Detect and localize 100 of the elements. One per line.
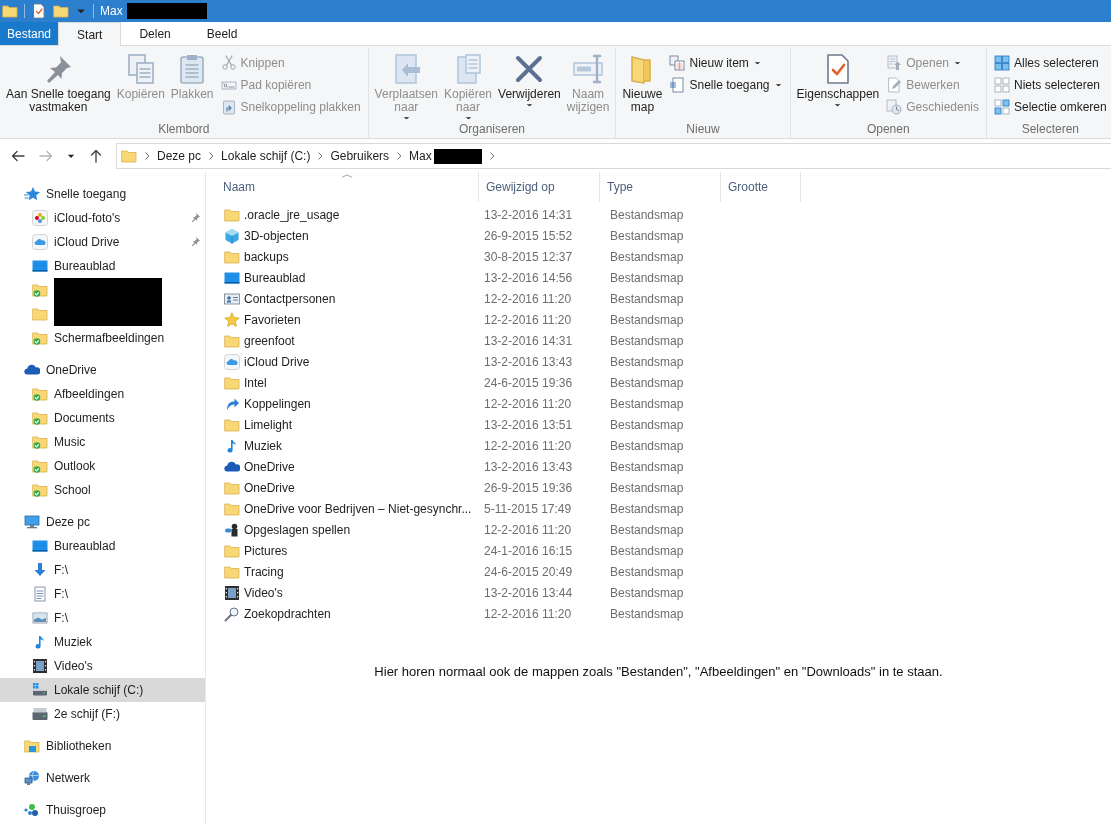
date-cell-text: 12-2-2016 11:20 xyxy=(483,291,573,306)
file-name: greenfoot xyxy=(244,333,295,348)
address-field[interactable]: Deze pc Lokale schijf (C:) Gebruikers Max xyxy=(116,143,1111,169)
nav-item[interactable]: 2e schijf (F:) xyxy=(0,702,205,726)
synced-folder-icon xyxy=(32,410,48,426)
nav-item[interactable]: Netwerk xyxy=(0,766,205,790)
file-row[interactable]: Intel 24-6-2015 19:36 Bestandsmap xyxy=(216,372,1111,393)
date-cell-text: 13-2-2016 13:43 xyxy=(483,459,574,474)
date-cell-text: 12-2-2016 11:20 xyxy=(483,438,573,453)
date-cell-text: 13-2-2016 14:31 xyxy=(483,207,574,222)
breadcrumb[interactable]: Lokale schijf (C:) xyxy=(221,149,311,163)
type-cell-text: Bestandsmap xyxy=(609,228,685,243)
file-row[interactable]: Bureaublad 13-2-2016 14:56 Bestandsmap xyxy=(216,267,1111,288)
file-row[interactable]: Koppelingen 12-2-2016 11:20 Bestandsmap xyxy=(216,393,1111,414)
nav-item[interactable]: OneDrive xyxy=(0,358,205,382)
back-icon[interactable] xyxy=(10,148,26,164)
file-row[interactable]: Opgeslagen spellen 12-2-2016 11:20 Bestandsmap xyxy=(216,519,1111,540)
file-name: Zoekopdrachten xyxy=(244,606,331,621)
date-cell-text: 26-9-2015 19:36 xyxy=(483,480,574,495)
file-row[interactable]: Favorieten 12-2-2016 11:20 Bestandsmap xyxy=(216,309,1111,330)
library-icon xyxy=(24,738,40,754)
nav-item[interactable]: F:\ xyxy=(0,606,205,630)
file-name: Koppelingen xyxy=(244,396,311,411)
type-cell-text: Bestandsmap xyxy=(609,312,685,327)
file-row[interactable]: iCloud Drive 13-2-2016 13:43 Bestandsmap xyxy=(216,351,1111,372)
file-row[interactable]: .oracle_jre_usage 13-2-2016 14:31 Bestandsmap xyxy=(216,204,1111,225)
nav-item[interactable]: Thuisgroep xyxy=(0,798,205,822)
nav-item[interactable]: Bibliotheken xyxy=(0,734,205,758)
ribbon-button[interactable]: Niets selecteren xyxy=(991,74,1110,96)
nav-item[interactable]: Lokale schijf (C:) xyxy=(0,678,205,702)
nav-item[interactable]: Documents xyxy=(0,406,205,430)
film-icon xyxy=(32,658,48,674)
cloud-icon xyxy=(224,353,240,370)
group-label: Organiseren xyxy=(459,122,526,136)
nav-item[interactable]: Music xyxy=(0,430,205,454)
type-cell-text: Bestandsmap xyxy=(609,375,685,390)
ribbon-button[interactable]: Nieuw item xyxy=(666,52,786,74)
synced-folder-icon xyxy=(32,434,48,450)
column-header[interactable]: Naam xyxy=(216,172,479,202)
type-cell-text: Bestandsmap xyxy=(609,522,685,537)
ribbon-tab[interactable]: Beeld xyxy=(188,22,256,45)
file-row[interactable]: greenfoot 13-2-2016 14:31 Bestandsmap xyxy=(216,330,1111,351)
nav-item[interactable]: School xyxy=(0,478,205,502)
ribbon-tab[interactable]: Delen xyxy=(121,22,189,45)
nav-item[interactable]: Outlook xyxy=(0,454,205,478)
file-row[interactable]: Muziek 12-2-2016 11:20 Bestandsmap xyxy=(216,435,1111,456)
edit-icon xyxy=(886,77,903,93)
file-row[interactable]: Contactpersonen 12-2-2016 11:20 Bestandsmap xyxy=(216,288,1111,309)
nav-item[interactable]: F:\ xyxy=(0,582,205,606)
date-cell-text: 5-11-2015 17:49 xyxy=(483,501,573,516)
column-header[interactable]: Grootte xyxy=(721,172,801,202)
nav-item[interactable]: F:\ xyxy=(0,558,205,582)
column-header[interactable]: Type xyxy=(600,172,721,202)
ribbon-tab[interactable]: Bestand xyxy=(0,22,59,45)
file-row[interactable]: 3D-objecten 26-9-2015 15:52 Bestandsmap xyxy=(216,225,1111,246)
file-row[interactable]: OneDrive voor Bedrijven – Niet-gesynchr... 5-11-2015 17:49 Bestandsmap xyxy=(216,498,1111,519)
ribbon-button[interactable]: Snelle toegang xyxy=(666,74,786,96)
file-name: OneDrive voor Bedrijven – Niet-gesynchr... xyxy=(244,501,472,516)
nav-item[interactable]: Muziek xyxy=(0,630,205,654)
ribbon-button[interactable]: Alles selecteren xyxy=(991,52,1110,74)
ribbon-button[interactable]: Aan Snelle toegang vastmaken xyxy=(4,50,113,114)
ribbon-button[interactable]: Selectie omkeren xyxy=(991,96,1110,118)
folder-icon xyxy=(224,479,240,496)
file-row[interactable]: OneDrive 13-2-2016 13:43 Bestandsmap xyxy=(216,456,1111,477)
nav-item[interactable]: Afbeeldingen xyxy=(0,382,205,406)
file-row[interactable]: Video's 13-2-2016 13:44 Bestandsmap xyxy=(216,582,1111,603)
file-row[interactable]: backups 30-8-2015 12:37 Bestandsmap xyxy=(216,246,1111,267)
breadcrumb[interactable]: Max xyxy=(409,149,432,163)
folder-icon xyxy=(32,306,48,322)
type-cell-text: Bestandsmap xyxy=(609,417,685,432)
date-cell-text: 24-1-2016 16:15 xyxy=(483,543,574,558)
breadcrumb[interactable]: Deze pc xyxy=(157,149,202,163)
paste-shortcut-icon xyxy=(220,99,237,115)
search-icon xyxy=(224,605,240,622)
nav-item[interactable]: Bureaublad xyxy=(0,534,205,558)
ribbon-button[interactable]: Verwijderen xyxy=(496,50,563,108)
up-icon[interactable] xyxy=(88,148,104,164)
nav-item[interactable]: Bureaublad xyxy=(0,254,205,278)
folder-icon xyxy=(224,416,240,433)
file-row[interactable]: Tracing 24-6-2015 20:49 Bestandsmap xyxy=(216,561,1111,582)
column-header[interactable]: Gewijzigd op xyxy=(479,172,600,202)
cloud-icon xyxy=(32,234,48,250)
ribbon-button[interactable]: Nieuwe map xyxy=(620,50,665,114)
nav-item[interactable]: Snelle toegang xyxy=(0,182,205,206)
folder-icon xyxy=(224,374,240,391)
nav-item[interactable]: Deze pc xyxy=(0,510,205,534)
file-row[interactable]: Pictures 24-1-2016 16:15 Bestandsmap xyxy=(216,540,1111,561)
nav-item[interactable]: iCloud-foto's xyxy=(0,206,205,230)
nav-item[interactable]: Video's xyxy=(0,654,205,678)
breadcrumb[interactable]: Gebruikers xyxy=(330,149,390,163)
nav-item[interactable]: iCloud Drive xyxy=(0,230,205,254)
ribbon-button[interactable]: Eigenschappen xyxy=(794,50,882,108)
file-row[interactable]: OneDrive 26-9-2015 19:36 Bestandsmap xyxy=(216,477,1111,498)
group-label: Nieuw xyxy=(686,122,720,136)
nav-item[interactable]: Schermafbeeldingen xyxy=(0,326,205,350)
ribbon-tab[interactable]: Start xyxy=(58,22,122,46)
monitor-icon xyxy=(24,514,40,530)
file-row[interactable]: Zoekopdrachten 12-2-2016 11:20 Bestandsmap xyxy=(216,603,1111,624)
type-cell-text: Bestandsmap xyxy=(609,480,685,495)
file-row[interactable]: Limelight 13-2-2016 13:51 Bestandsmap xyxy=(216,414,1111,435)
